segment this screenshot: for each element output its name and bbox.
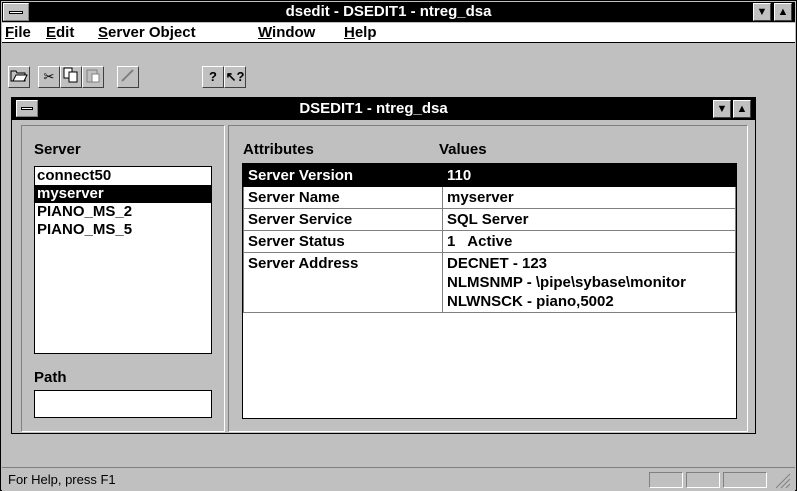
- attribute-value: 1 Active: [442, 230, 736, 253]
- copy-icon[interactable]: [60, 66, 82, 88]
- cut-icon[interactable]: ✂: [38, 66, 60, 88]
- path-input[interactable]: [34, 390, 212, 418]
- window-title: dsedit - DSEDIT1 - ntreg_dsa: [285, 3, 492, 20]
- wand-icon[interactable]: [117, 66, 139, 88]
- address-line: NLWNSCK - piano,5002: [447, 293, 614, 310]
- server-label: Server: [34, 141, 81, 158]
- server-list-item[interactable]: PIANO_MS_2: [35, 203, 211, 221]
- attribute-value: 110: [442, 164, 736, 187]
- attribute-name: Server Address: [243, 252, 443, 313]
- attribute-row[interactable]: Server Service SQL Server: [243, 208, 736, 231]
- attributes-grid[interactable]: Server Version 110 Server Name myserver …: [242, 163, 737, 419]
- path-label: Path: [34, 369, 67, 386]
- attribute-name: Server Service: [243, 208, 443, 231]
- status-indicator: [723, 472, 767, 488]
- status-indicator: [686, 472, 720, 488]
- menu-window[interactable]: Window: [258, 24, 315, 42]
- attribute-value: DECNET - 123 NLMSNMP - \pipe\sybase\moni…: [442, 252, 736, 313]
- server-list-item-selected[interactable]: myserver: [35, 185, 211, 203]
- child-minimize-button[interactable]: ▼: [713, 100, 731, 118]
- server-list-item[interactable]: PIANO_MS_5: [35, 221, 211, 239]
- attribute-row[interactable]: Server Status 1 Active: [243, 230, 736, 253]
- menu-file[interactable]: File: [5, 24, 31, 42]
- attribute-row-selected[interactable]: Server Version 110: [243, 164, 736, 187]
- menu-server-object[interactable]: Server Object: [98, 24, 196, 42]
- child-title-bar[interactable]: DSEDIT1 - ntreg_dsa ▼ ▲: [12, 98, 755, 120]
- title-bar[interactable]: dsedit - DSEDIT1 - ntreg_dsa ▼ ▲: [2, 2, 795, 22]
- server-list[interactable]: connect50 myserver PIANO_MS_2 PIANO_MS_5: [34, 166, 212, 354]
- system-menu-icon[interactable]: [3, 3, 29, 21]
- app-window: dsedit - DSEDIT1 - ntreg_dsa ▼ ▲ File Ed…: [0, 0, 797, 491]
- child-window: DSEDIT1 - ntreg_dsa ▼ ▲ Server connect50…: [11, 97, 756, 434]
- child-window-title: DSEDIT1 - ntreg_dsa: [299, 100, 448, 117]
- attributes-panel: Attributes Values Server Version 110 Ser…: [228, 125, 748, 432]
- toolbar: ✂ ? ↖?: [2, 44, 795, 94]
- attribute-row[interactable]: Server Name myserver: [243, 186, 736, 209]
- menu-file-label: ile: [14, 24, 31, 41]
- address-line: NLMSNMP - \pipe\sybase\monitor: [447, 274, 686, 291]
- status-bar: For Help, press F1: [2, 467, 795, 491]
- status-text: For Help, press F1: [8, 472, 116, 487]
- child-maximize-button[interactable]: ▲: [733, 100, 751, 118]
- minimize-button[interactable]: ▼: [753, 3, 771, 21]
- context-help-icon[interactable]: ↖?: [224, 66, 246, 88]
- attributes-header: Attributes: [243, 141, 314, 158]
- menu-help[interactable]: Help: [344, 24, 377, 42]
- menu-edit[interactable]: Edit: [46, 24, 74, 42]
- server-list-item[interactable]: connect50: [35, 167, 211, 185]
- open-icon[interactable]: [8, 66, 30, 88]
- attribute-name: Server Version: [243, 164, 443, 187]
- attribute-name: Server Name: [243, 186, 443, 209]
- server-panel: Server connect50 myserver PIANO_MS_2 PIA…: [21, 125, 225, 432]
- resize-grip-icon[interactable]: [772, 470, 792, 490]
- address-line: DECNET - 123: [447, 255, 548, 272]
- help-icon[interactable]: ?: [202, 66, 224, 88]
- status-indicator: [649, 472, 683, 488]
- child-system-menu-icon[interactable]: [16, 100, 38, 117]
- maximize-button[interactable]: ▲: [774, 3, 792, 21]
- attribute-value: myserver: [442, 186, 736, 209]
- attribute-row[interactable]: Server Address DECNET - 123 NLMSNMP - \p…: [243, 252, 736, 313]
- attribute-name: Server Status: [243, 230, 443, 253]
- attribute-value: SQL Server: [442, 208, 736, 231]
- menu-bar: File Edit Server Object Window Help: [2, 23, 795, 43]
- paste-icon[interactable]: [82, 66, 104, 88]
- values-header: Values: [439, 141, 487, 158]
